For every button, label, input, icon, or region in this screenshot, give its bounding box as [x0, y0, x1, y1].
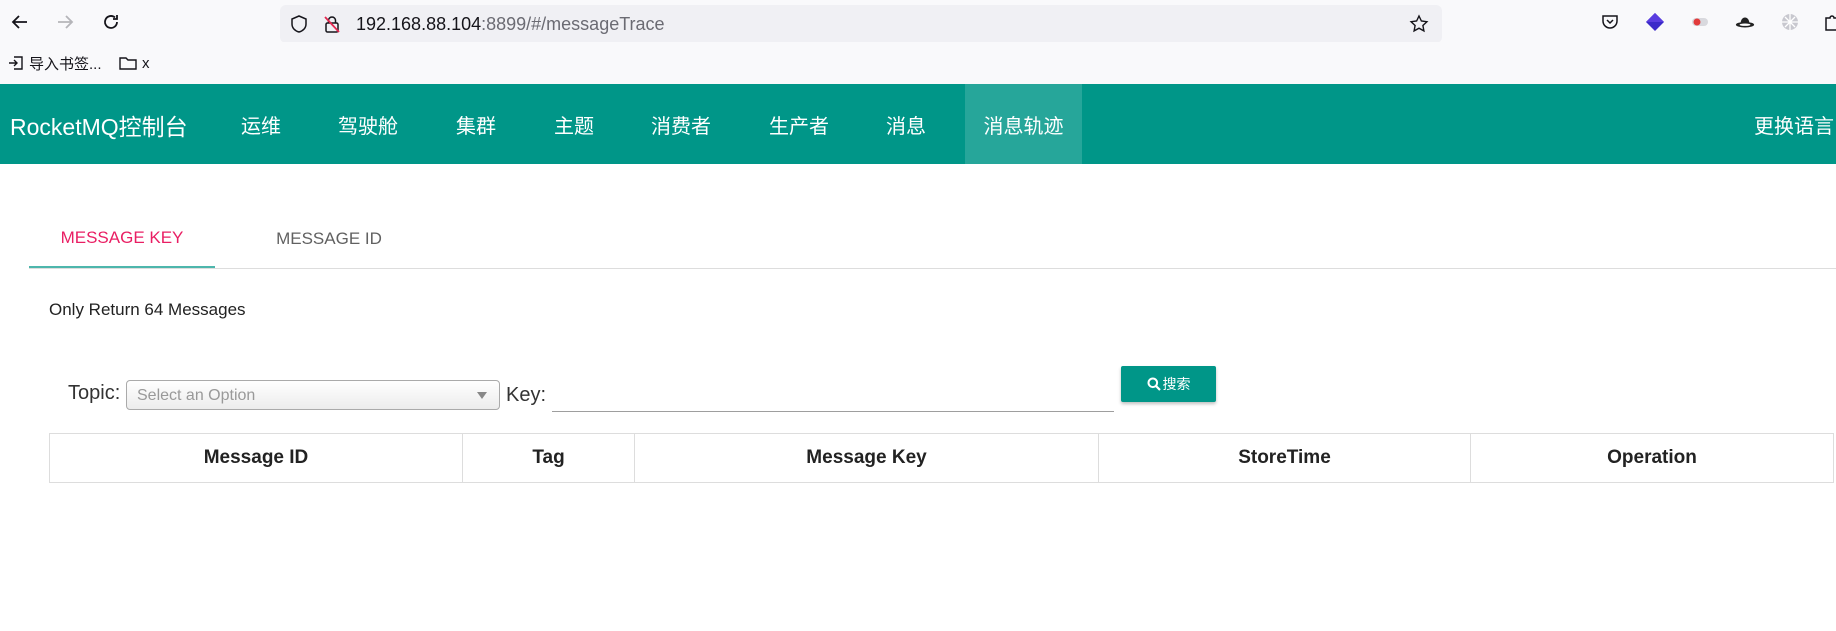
- change-language-button[interactable]: 更换语言: [1754, 84, 1834, 164]
- back-button[interactable]: [8, 10, 32, 34]
- import-icon: [9, 56, 23, 70]
- bookmark-folder-x[interactable]: x: [119, 53, 150, 73]
- search-button[interactable]: 搜索: [1121, 366, 1216, 402]
- folder-icon: [119, 57, 137, 70]
- extension-diamond-icon[interactable]: [1645, 12, 1665, 32]
- shield-icon[interactable]: [289, 14, 309, 34]
- column-header-tag: Tag: [462, 433, 635, 483]
- search-button-label: 搜索: [1162, 376, 1191, 392]
- url-bar[interactable]: 192.168.88.104:8899/#/messageTrace: [280, 5, 1442, 43]
- table-header-row: Message ID Tag Message Key StoreTime Ope…: [49, 433, 1834, 483]
- topic-select[interactable]: Select an Option: [126, 380, 500, 410]
- reload-icon: [104, 15, 118, 29]
- arrow-left-icon: [11, 15, 27, 29]
- extension-hat-icon[interactable]: [1735, 12, 1755, 32]
- nav-item-dashboard[interactable]: 驾驶舱: [338, 84, 398, 164]
- tab-message-key[interactable]: MESSAGE KEY: [29, 210, 215, 268]
- bookmark-import[interactable]: 导入书签...: [8, 53, 102, 73]
- brand-title[interactable]: RocketMQ控制台: [10, 108, 188, 142]
- bookmark-label: x: [142, 54, 150, 72]
- url-path: :8899/#/messageTrace: [481, 14, 665, 34]
- bookmark-label: 导入书签...: [29, 55, 102, 73]
- search-mode-tabs: MESSAGE KEY MESSAGE ID: [29, 210, 1836, 269]
- url-host: 192.168.88.104: [356, 14, 482, 34]
- result-limit-notice: Only Return 64 Messages: [49, 300, 246, 319]
- app-navbar: RocketMQ控制台 运维 驾驶舱 集群 主题 消费者 生产者 消息 消息轨迹…: [0, 84, 1836, 164]
- nav-item-cluster[interactable]: 集群: [456, 84, 496, 164]
- insecure-lock-icon[interactable]: [322, 14, 342, 34]
- arrow-right-icon: [58, 15, 74, 29]
- tab-message-id[interactable]: MESSAGE ID: [215, 210, 443, 267]
- url-text[interactable]: 192.168.88.104:8899/#/messageTrace: [356, 14, 665, 35]
- column-header-message-id: Message ID: [49, 433, 463, 483]
- key-input[interactable]: [552, 376, 1114, 412]
- chevron-down-icon: [477, 392, 487, 399]
- extension-globe-icon[interactable]: [1780, 12, 1800, 32]
- nav-item-message-trace[interactable]: 消息轨迹: [965, 84, 1082, 164]
- topic-select-placeholder: Select an Option: [137, 387, 256, 404]
- bookmark-star-icon[interactable]: [1409, 14, 1429, 34]
- search-icon: [1147, 377, 1161, 391]
- reload-button[interactable]: [99, 10, 123, 34]
- key-label: Key:: [506, 384, 547, 406]
- topic-label: Topic:: [68, 382, 121, 404]
- column-header-message-key: Message Key: [634, 433, 1099, 483]
- nav-item-ops[interactable]: 运维: [241, 84, 281, 164]
- browser-toolbar: 192.168.88.104:8899/#/messageTrace: [0, 0, 1836, 43]
- pocket-icon[interactable]: [1600, 12, 1620, 32]
- extensions-puzzle-icon[interactable]: [1822, 12, 1836, 32]
- nav-item-consumer[interactable]: 消费者: [651, 84, 711, 164]
- nav-item-message[interactable]: 消息: [886, 84, 926, 164]
- column-header-store-time: StoreTime: [1098, 433, 1471, 483]
- bookmarks-bar: 导入书签... x: [0, 42, 1836, 84]
- nav-item-topic[interactable]: 主题: [554, 84, 594, 164]
- results-table: Message ID Tag Message Key StoreTime Ope…: [49, 433, 1834, 483]
- forward-button[interactable]: [53, 10, 77, 34]
- column-header-operation: Operation: [1470, 433, 1834, 483]
- nav-item-producer[interactable]: 生产者: [769, 84, 829, 164]
- extension-toggle-icon[interactable]: [1690, 12, 1710, 32]
